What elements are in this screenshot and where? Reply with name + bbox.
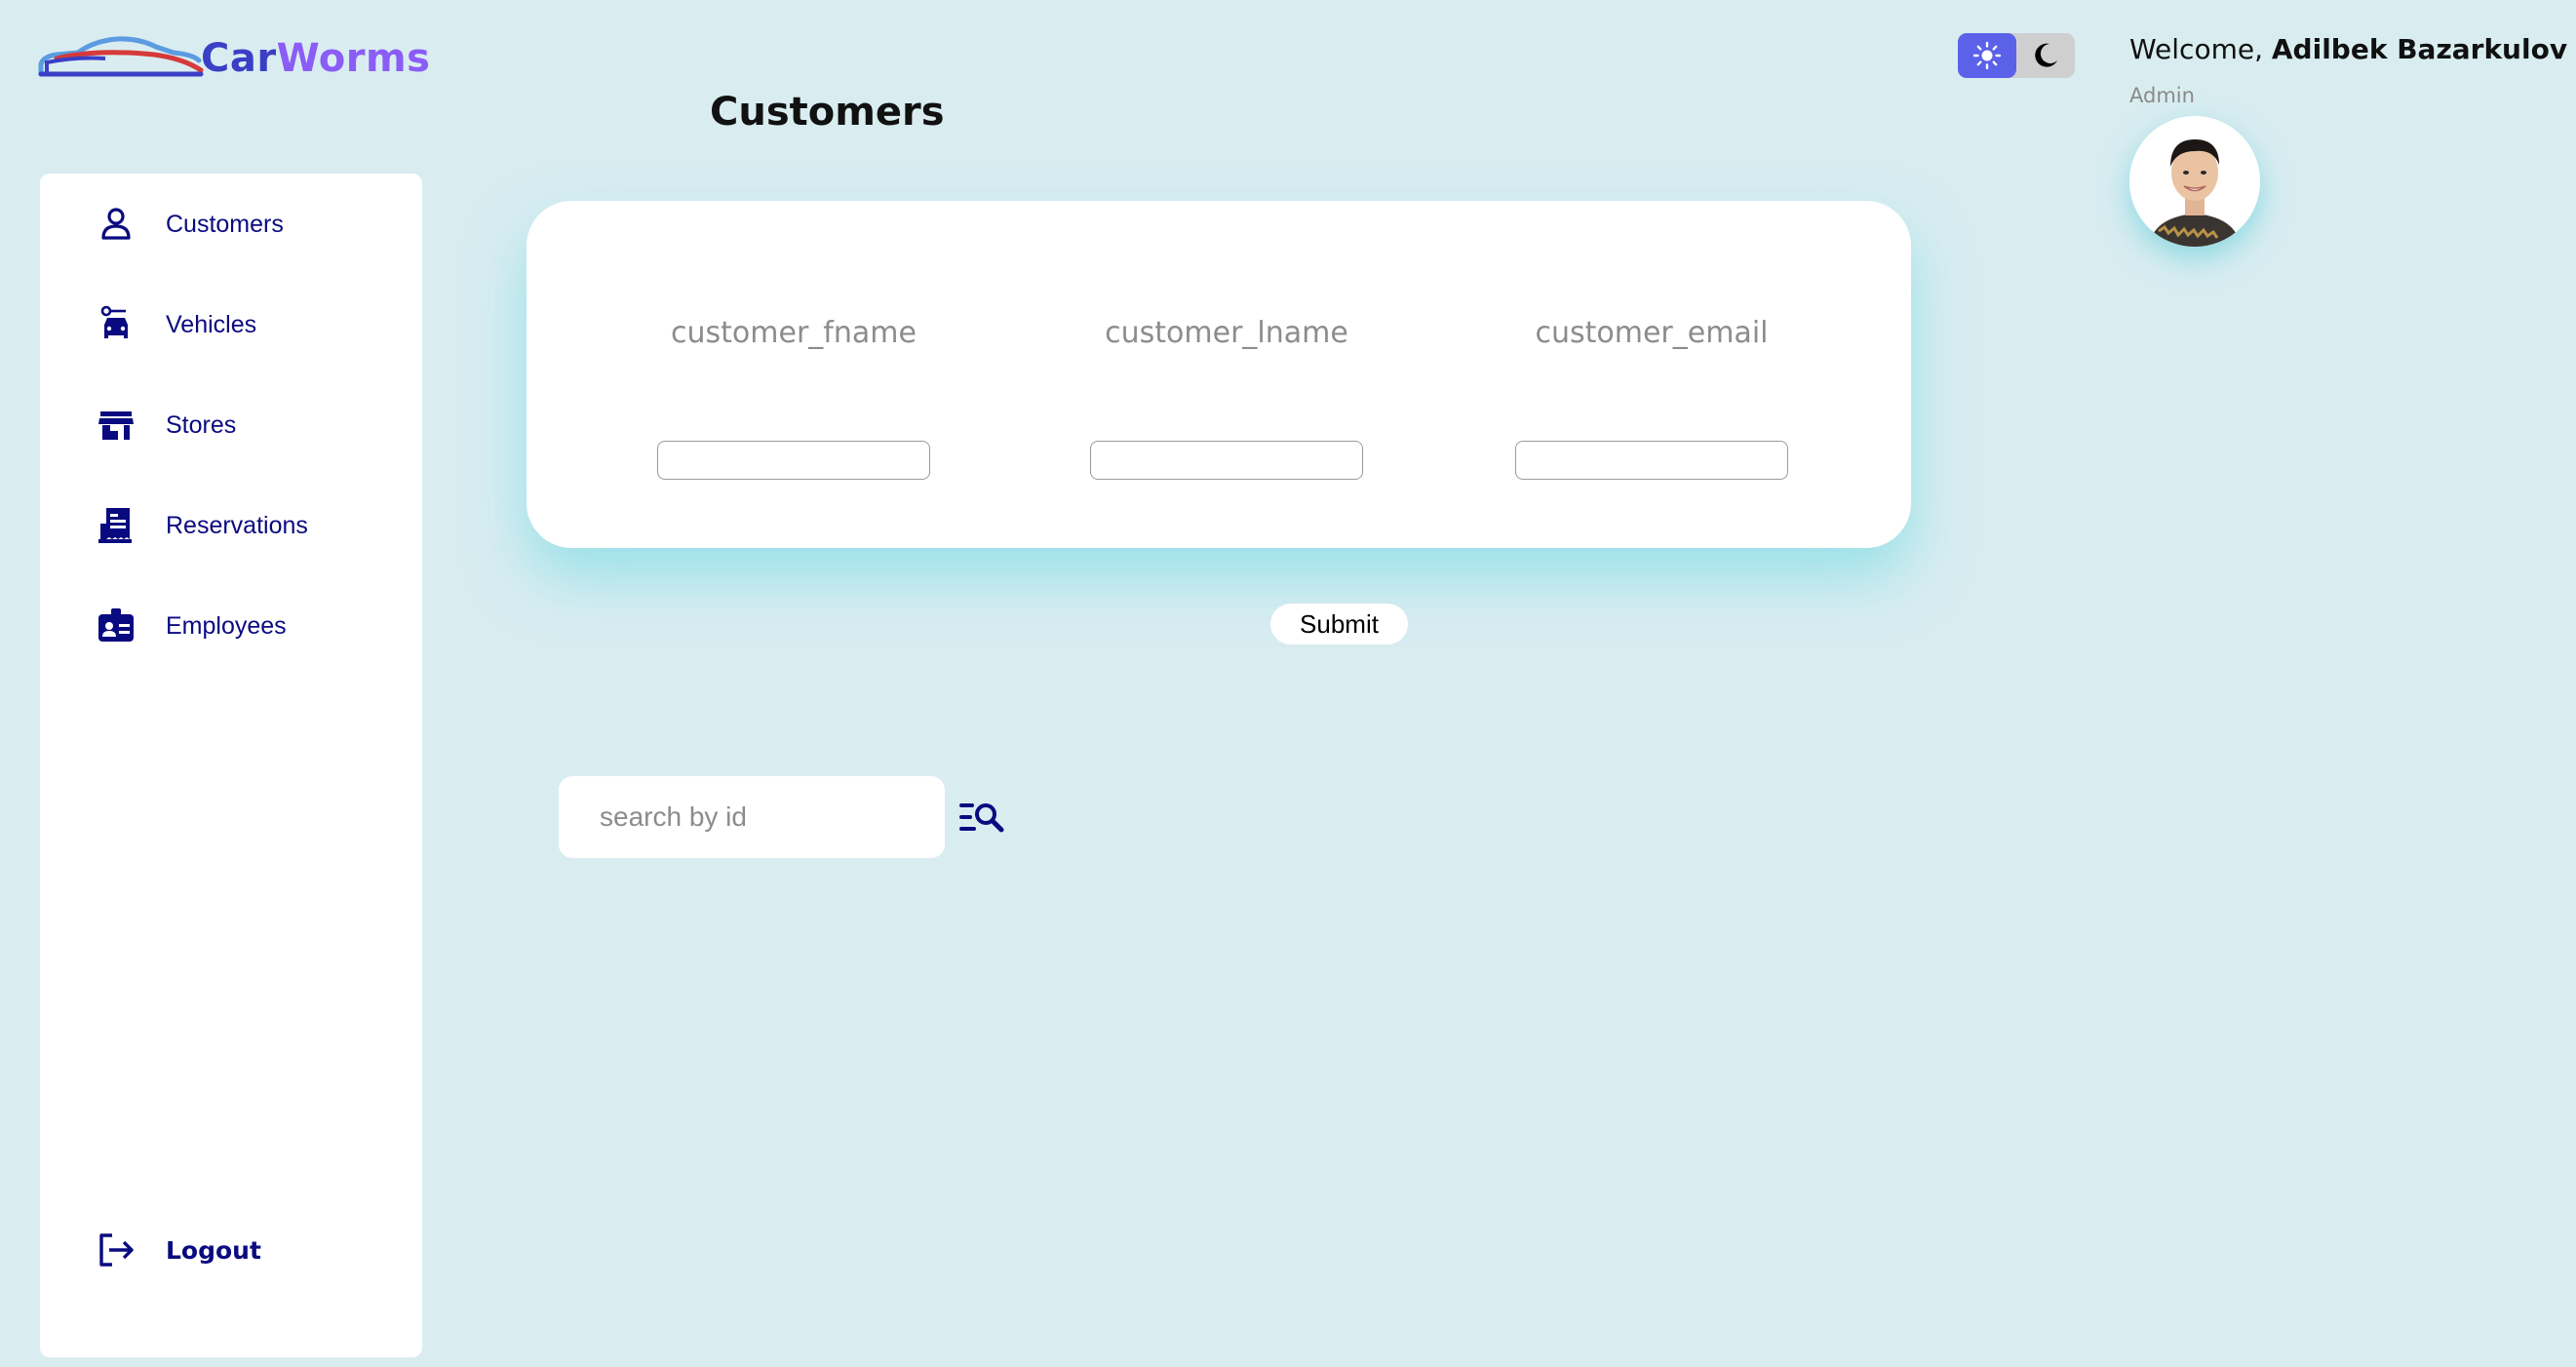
light-mode-button[interactable]	[1958, 33, 2016, 78]
brand-name-part2: Worms	[276, 36, 431, 81]
brand-name: CarWorms	[201, 36, 430, 81]
sidebar-item-label: Reservations	[166, 511, 308, 539]
person-icon	[96, 204, 137, 245]
list-search-icon[interactable]	[958, 798, 1005, 837]
receipt-icon	[96, 505, 137, 546]
car-icon	[96, 304, 137, 345]
fname-input[interactable]	[657, 441, 930, 480]
user-photo	[2129, 116, 2260, 247]
lname-label: customer_lname	[1105, 316, 1348, 350]
sidebar: Customers Vehicles Stores Reservations E…	[40, 174, 422, 1357]
welcome-prefix: Welcome,	[2129, 33, 2272, 65]
id-badge-icon	[96, 605, 137, 646]
user-name: Adilbek Bazarkulov	[2271, 33, 2568, 65]
submit-button[interactable]: Submit	[1270, 604, 1408, 644]
welcome-message: Welcome, Adilbek Bazarkulov	[2129, 33, 2567, 65]
email-label: customer_email	[1535, 316, 1769, 350]
sidebar-item-label: Employees	[166, 611, 287, 640]
sidebar-item-label: Customers	[166, 210, 284, 238]
avatar[interactable]	[2129, 116, 2260, 247]
theme-toggle[interactable]	[1958, 33, 2075, 78]
logout-icon	[96, 1230, 137, 1270]
fname-label: customer_fname	[671, 316, 917, 350]
car-logo-icon	[38, 36, 204, 77]
sidebar-item-stores[interactable]: Stores	[40, 386, 422, 464]
sidebar-item-label: Vehicles	[166, 310, 257, 338]
brand-logo[interactable]: CarWorms	[37, 29, 430, 88]
search-input[interactable]	[559, 776, 945, 858]
sidebar-item-customers[interactable]: Customers	[40, 185, 422, 263]
dark-mode-button[interactable]	[2016, 33, 2075, 78]
sidebar-item-employees[interactable]: Employees	[40, 587, 422, 665]
logout-button[interactable]: Logout	[40, 1211, 422, 1289]
customer-form: customer_fname customer_lname customer_e…	[527, 201, 1911, 548]
sidebar-item-vehicles[interactable]: Vehicles	[40, 286, 422, 364]
email-input[interactable]	[1515, 441, 1788, 480]
lname-input[interactable]	[1090, 441, 1363, 480]
store-icon	[96, 405, 137, 446]
sidebar-item-reservations[interactable]: Reservations	[40, 487, 422, 565]
moon-icon	[2035, 43, 2057, 67]
sidebar-item-label: Stores	[166, 410, 237, 439]
page-title: Customers	[710, 90, 945, 135]
sun-icon	[1972, 41, 2002, 70]
user-role: Admin	[2129, 84, 2195, 107]
brand-name-part1: Car	[201, 36, 277, 81]
logout-label: Logout	[166, 1235, 261, 1265]
